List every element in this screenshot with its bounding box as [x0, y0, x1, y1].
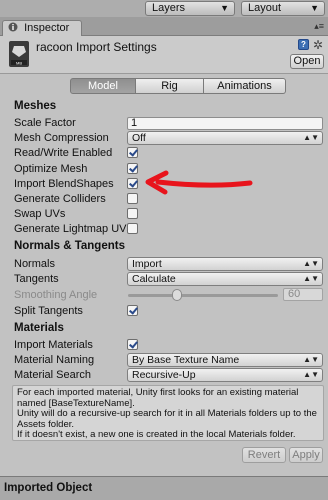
generate-colliders-label: Generate Colliders: [14, 193, 106, 205]
revert-button[interactable]: Revert: [242, 447, 286, 463]
import-tabs: Model Rig Animations: [70, 78, 286, 94]
generate-colliders-checkbox[interactable]: [127, 193, 138, 204]
generate-lightmap-uvs-checkbox[interactable]: [127, 223, 138, 234]
tab-label: Inspector: [24, 22, 70, 34]
layers-dropdown[interactable]: Layers ▼: [145, 1, 235, 16]
annotation-arrow: [145, 170, 253, 195]
layout-dropdown[interactable]: Layout ▼: [241, 1, 325, 16]
gear-icon[interactable]: ✲: [313, 38, 323, 52]
svg-text:MB: MB: [16, 61, 22, 66]
page-title: racoon Import Settings: [36, 40, 157, 54]
model-asset-icon: MB: [9, 41, 29, 67]
swap-uvs-label: Swap UVs: [14, 208, 66, 220]
window-tab-row: Inspector ▴≡: [0, 17, 328, 36]
chevron-updown-icon: ▲▼: [303, 355, 319, 364]
help-text-line: For each imported material, Unity first …: [17, 387, 299, 398]
layout-label: Layout: [248, 2, 282, 14]
read-write-checkbox[interactable]: [127, 147, 138, 158]
split-tangents-checkbox[interactable]: [127, 305, 138, 316]
tangents-dropdown[interactable]: Calculate ▲▼: [127, 272, 323, 286]
smoothing-angle-thumb: [172, 289, 182, 301]
chevron-updown-icon: ▲▼: [303, 274, 319, 283]
generate-lightmap-uvs-label: Generate Lightmap UVs: [14, 223, 127, 235]
material-search-dropdown[interactable]: Recursive-Up ▲▼: [127, 368, 323, 382]
section-heading-meshes: Meshes: [14, 100, 57, 112]
chevron-updown-icon: ▲▼: [303, 370, 319, 379]
material-naming-label: Material Naming: [14, 354, 95, 366]
material-naming-dropdown[interactable]: By Base Texture Name ▲▼: [127, 353, 323, 367]
mesh-compression-label: Mesh Compression: [14, 132, 109, 144]
optimize-mesh-checkbox[interactable]: [127, 163, 138, 174]
smoothing-angle-track: [128, 294, 278, 297]
material-search-value: Recursive-Up: [132, 369, 196, 381]
chevron-updown-icon: ▲▼: [303, 259, 319, 268]
material-help-box: For each imported material, Unity first …: [12, 385, 324, 441]
help-icon[interactable]: ?: [298, 39, 309, 50]
section-heading-normals: Normals & Tangents: [14, 240, 125, 252]
split-tangents-label: Split Tangents: [14, 305, 83, 317]
scale-factor-label: Scale Factor: [14, 117, 76, 129]
smoothing-angle-field: 60: [283, 288, 323, 301]
smoothing-angle-label: Smoothing Angle: [14, 289, 98, 301]
imported-object-header[interactable]: Imported Object: [0, 476, 328, 500]
tab-inspector[interactable]: Inspector: [2, 20, 82, 36]
tangents-label: Tangents: [14, 273, 59, 285]
apply-button[interactable]: Apply: [289, 447, 323, 463]
normals-label: Normals: [14, 258, 55, 270]
help-text-line: Unity will do a recursive-up search for …: [17, 408, 317, 419]
normals-dropdown[interactable]: Import ▲▼: [127, 257, 323, 271]
read-write-label: Read/Write Enabled: [14, 147, 113, 159]
normals-value: Import: [132, 258, 162, 270]
chevron-down-icon: ▼: [310, 3, 319, 13]
tab-animations[interactable]: Animations: [204, 78, 286, 94]
import-materials-label: Import Materials: [14, 339, 93, 351]
import-materials-checkbox[interactable]: [127, 339, 138, 350]
mesh-compression-dropdown[interactable]: Off ▲▼: [127, 131, 323, 145]
layers-label: Layers: [152, 2, 186, 14]
section-heading-materials: Materials: [14, 322, 64, 334]
scale-factor-field[interactable]: 1: [127, 117, 323, 130]
info-icon: [8, 22, 18, 32]
chevron-updown-icon: ▲▼: [303, 133, 319, 142]
optimize-mesh-label: Optimize Mesh: [14, 163, 88, 175]
material-naming-value: By Base Texture Name: [132, 354, 240, 366]
import-blendshapes-checkbox[interactable]: [127, 178, 138, 189]
help-text-line: If it doesn't exist, a new one is create…: [17, 429, 296, 440]
imported-object-title: Imported Object: [4, 482, 93, 494]
open-button[interactable]: Open: [290, 54, 324, 69]
tab-rig[interactable]: Rig: [136, 78, 204, 94]
window-menu-icon[interactable]: ▴≡: [314, 21, 324, 32]
top-toolbar: Layers ▼ Layout ▼: [0, 0, 328, 17]
asset-header: MB racoon Import Settings ? ✲ Open: [0, 36, 328, 74]
import-blendshapes-label: Import BlendShapes: [14, 178, 114, 190]
swap-uvs-checkbox[interactable]: [127, 208, 138, 219]
tab-model[interactable]: Model: [70, 78, 136, 94]
tangents-value: Calculate: [132, 273, 176, 285]
mesh-compression-value: Off: [132, 132, 146, 144]
chevron-down-icon: ▼: [220, 3, 229, 13]
material-search-label: Material Search: [14, 369, 92, 381]
